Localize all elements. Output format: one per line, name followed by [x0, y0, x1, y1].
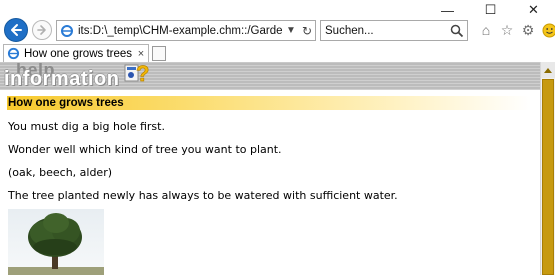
search-box[interactable]: Suchen...: [320, 20, 468, 41]
address-bar[interactable]: its:D:\_temp\CHM-example.chm::/Garden/tr…: [56, 20, 316, 41]
scroll-up-button[interactable]: [541, 62, 555, 78]
toolbar-icons: ⌂ ☆ ⚙: [478, 21, 555, 39]
forward-button[interactable]: [32, 20, 52, 40]
ie-tab-icon: [7, 47, 20, 60]
tree-image: [8, 209, 104, 275]
navigation-bar: its:D:\_temp\CHM-example.chm::/Garden/tr…: [0, 16, 555, 44]
back-button[interactable]: [4, 18, 28, 42]
ie-page-icon: [61, 24, 73, 37]
gear-icon[interactable]: ⚙: [520, 21, 536, 39]
forward-arrow-icon: [37, 25, 46, 35]
tab-how-one-grows-trees[interactable]: How one grows trees ×: [3, 44, 149, 62]
address-text[interactable]: its:D:\_temp\CHM-example.chm::/Garden/tr…: [78, 25, 283, 37]
page-content: help information ? How one grows trees Y…: [0, 62, 540, 275]
tab-title: How one grows trees: [24, 47, 133, 60]
smiley-icon[interactable]: [541, 21, 555, 39]
search-icon[interactable]: [450, 24, 464, 38]
paragraph-watering: The tree planted newly has always to be …: [8, 189, 398, 202]
help-banner: help information ?: [0, 63, 540, 90]
search-input[interactable]: Suchen...: [325, 25, 450, 37]
tab-bar: How one grows trees ×: [0, 44, 555, 62]
refresh-icon[interactable]: ↻: [299, 21, 315, 40]
question-mark-icon: ?: [124, 62, 150, 86]
vertical-scrollbar[interactable]: [540, 62, 555, 275]
paragraph-choose-tree: Wonder well which kind of tree you want …: [8, 143, 282, 156]
paragraph-dig-hole: You must dig a big hole first.: [8, 120, 165, 133]
page-heading: How one grows trees: [7, 96, 531, 110]
new-tab-button[interactable]: [152, 46, 166, 61]
star-icon[interactable]: ☆: [499, 21, 515, 39]
svg-text:?: ?: [136, 62, 149, 86]
address-dropdown-icon[interactable]: ▼: [283, 21, 299, 40]
tab-close-icon[interactable]: ×: [134, 48, 148, 60]
paragraph-tree-types: (oak, beech, alder): [8, 166, 113, 179]
home-icon[interactable]: ⌂: [478, 21, 494, 39]
help-information-logo: help information ?: [2, 62, 152, 90]
logo-information-text: information: [4, 68, 120, 90]
back-arrow-icon: [11, 24, 22, 36]
chevron-up-icon: [544, 68, 552, 73]
scroll-thumb[interactable]: [542, 79, 554, 275]
